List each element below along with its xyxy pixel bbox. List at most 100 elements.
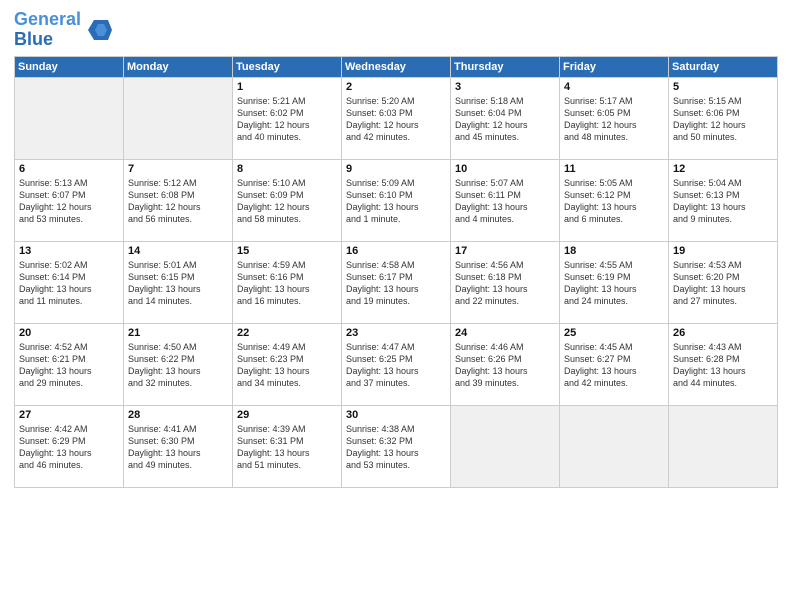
- page: GeneralBlue SundayMondayTuesdayWednesday…: [0, 0, 792, 612]
- cell-info: Sunrise: 5:02 AM Sunset: 6:14 PM Dayligh…: [19, 259, 119, 308]
- calendar-cell: 9 Sunrise: 5:09 AM Sunset: 6:10 PM Daylig…: [342, 159, 451, 241]
- cell-info: Sunrise: 5:04 AM Sunset: 6:13 PM Dayligh…: [673, 177, 773, 226]
- cell-info: Sunrise: 4:49 AM Sunset: 6:23 PM Dayligh…: [237, 341, 337, 390]
- calendar-cell: 25 Sunrise: 4:45 AM Sunset: 6:27 PM Dayli…: [560, 323, 669, 405]
- weekday-header: Sunday: [15, 56, 124, 77]
- calendar-cell: [124, 77, 233, 159]
- calendar-cell: 6 Sunrise: 5:13 AM Sunset: 6:07 PM Daylig…: [15, 159, 124, 241]
- day-number: 12: [673, 163, 773, 175]
- day-number: 14: [128, 245, 228, 257]
- cell-info: Sunrise: 4:53 AM Sunset: 6:20 PM Dayligh…: [673, 259, 773, 308]
- day-number: 17: [455, 245, 555, 257]
- cell-info: Sunrise: 5:20 AM Sunset: 6:03 PM Dayligh…: [346, 95, 446, 144]
- calendar-cell: 28 Sunrise: 4:41 AM Sunset: 6:30 PM Dayli…: [124, 405, 233, 487]
- day-number: 29: [237, 409, 337, 421]
- calendar-cell: 15 Sunrise: 4:59 AM Sunset: 6:16 PM Dayli…: [233, 241, 342, 323]
- day-number: 21: [128, 327, 228, 339]
- calendar-cell: 8 Sunrise: 5:10 AM Sunset: 6:09 PM Daylig…: [233, 159, 342, 241]
- cell-info: Sunrise: 4:50 AM Sunset: 6:22 PM Dayligh…: [128, 341, 228, 390]
- calendar-cell: 5 Sunrise: 5:15 AM Sunset: 6:06 PM Daylig…: [669, 77, 778, 159]
- header: GeneralBlue: [14, 10, 778, 50]
- calendar-cell: 4Sunrise: 5:17 AM Sunset: 6:05 PM Daylig…: [560, 77, 669, 159]
- day-number: 9: [346, 163, 446, 175]
- calendar-cell: 13 Sunrise: 5:02 AM Sunset: 6:14 PM Dayli…: [15, 241, 124, 323]
- cell-info: Sunrise: 4:56 AM Sunset: 6:18 PM Dayligh…: [455, 259, 555, 308]
- calendar-cell: 19 Sunrise: 4:53 AM Sunset: 6:20 PM Dayli…: [669, 241, 778, 323]
- cell-info: Sunrise: 5:10 AM Sunset: 6:09 PM Dayligh…: [237, 177, 337, 226]
- calendar-cell: 12 Sunrise: 5:04 AM Sunset: 6:13 PM Dayli…: [669, 159, 778, 241]
- calendar-cell: 22Sunrise: 4:49 AM Sunset: 6:23 PM Dayli…: [233, 323, 342, 405]
- day-number: 23: [346, 327, 446, 339]
- cell-info: Sunrise: 5:13 AM Sunset: 6:07 PM Dayligh…: [19, 177, 119, 226]
- day-number: 25: [564, 327, 664, 339]
- cell-info: Sunrise: 5:17 AM Sunset: 6:05 PM Dayligh…: [564, 95, 664, 144]
- cell-info: Sunrise: 5:15 AM Sunset: 6:06 PM Dayligh…: [673, 95, 773, 144]
- day-number: 7: [128, 163, 228, 175]
- calendar-cell: 24Sunrise: 4:46 AM Sunset: 6:26 PM Dayli…: [451, 323, 560, 405]
- cell-info: Sunrise: 4:38 AM Sunset: 6:32 PM Dayligh…: [346, 423, 446, 472]
- calendar-cell: 3 Sunrise: 5:18 AM Sunset: 6:04 PM Daylig…: [451, 77, 560, 159]
- calendar-cell: 27Sunrise: 4:42 AM Sunset: 6:29 PM Dayli…: [15, 405, 124, 487]
- weekday-header: Friday: [560, 56, 669, 77]
- calendar-cell: 7 Sunrise: 5:12 AM Sunset: 6:08 PM Daylig…: [124, 159, 233, 241]
- cell-info: Sunrise: 4:55 AM Sunset: 6:19 PM Dayligh…: [564, 259, 664, 308]
- day-number: 24: [455, 327, 555, 339]
- day-number: 11: [564, 163, 664, 175]
- day-number: 2: [346, 81, 446, 93]
- day-number: 13: [19, 245, 119, 257]
- calendar-cell: [451, 405, 560, 487]
- day-number: 5: [673, 81, 773, 93]
- calendar-cell: 17 Sunrise: 4:56 AM Sunset: 6:18 PM Dayli…: [451, 241, 560, 323]
- calendar-cell: 23 Sunrise: 4:47 AM Sunset: 6:25 PM Dayli…: [342, 323, 451, 405]
- calendar-cell: 11 Sunrise: 5:05 AM Sunset: 6:12 PM Dayli…: [560, 159, 669, 241]
- cell-info: Sunrise: 4:39 AM Sunset: 6:31 PM Dayligh…: [237, 423, 337, 472]
- calendar-cell: [560, 405, 669, 487]
- cell-info: Sunrise: 5:12 AM Sunset: 6:08 PM Dayligh…: [128, 177, 228, 226]
- weekday-header: Wednesday: [342, 56, 451, 77]
- weekday-header: Thursday: [451, 56, 560, 77]
- day-number: 30: [346, 409, 446, 421]
- cell-info: Sunrise: 4:45 AM Sunset: 6:27 PM Dayligh…: [564, 341, 664, 390]
- cell-info: Sunrise: 4:52 AM Sunset: 6:21 PM Dayligh…: [19, 341, 119, 390]
- calendar-cell: 29 Sunrise: 4:39 AM Sunset: 6:31 PM Dayli…: [233, 405, 342, 487]
- day-number: 6: [19, 163, 119, 175]
- calendar-cell: 26Sunrise: 4:43 AM Sunset: 6:28 PM Dayli…: [669, 323, 778, 405]
- day-number: 19: [673, 245, 773, 257]
- calendar-table: SundayMondayTuesdayWednesdayThursdayFrid…: [14, 56, 778, 488]
- cell-info: Sunrise: 5:21 AM Sunset: 6:02 PM Dayligh…: [237, 95, 337, 144]
- cell-info: Sunrise: 5:18 AM Sunset: 6:04 PM Dayligh…: [455, 95, 555, 144]
- cell-info: Sunrise: 5:07 AM Sunset: 6:11 PM Dayligh…: [455, 177, 555, 226]
- calendar-week-row: 6 Sunrise: 5:13 AM Sunset: 6:07 PM Daylig…: [15, 159, 778, 241]
- day-number: 16: [346, 245, 446, 257]
- weekday-header-row: SundayMondayTuesdayWednesdayThursdayFrid…: [15, 56, 778, 77]
- calendar-cell: 30 Sunrise: 4:38 AM Sunset: 6:32 PM Dayli…: [342, 405, 451, 487]
- cell-info: Sunrise: 4:47 AM Sunset: 6:25 PM Dayligh…: [346, 341, 446, 390]
- cell-info: Sunrise: 4:42 AM Sunset: 6:29 PM Dayligh…: [19, 423, 119, 472]
- cell-info: Sunrise: 4:41 AM Sunset: 6:30 PM Dayligh…: [128, 423, 228, 472]
- calendar-week-row: 27Sunrise: 4:42 AM Sunset: 6:29 PM Dayli…: [15, 405, 778, 487]
- day-number: 28: [128, 409, 228, 421]
- cell-info: Sunrise: 5:09 AM Sunset: 6:10 PM Dayligh…: [346, 177, 446, 226]
- logo: GeneralBlue: [14, 10, 112, 50]
- day-number: 3: [455, 81, 555, 93]
- day-number: 10: [455, 163, 555, 175]
- weekday-header: Monday: [124, 56, 233, 77]
- calendar-week-row: 13 Sunrise: 5:02 AM Sunset: 6:14 PM Dayli…: [15, 241, 778, 323]
- day-number: 8: [237, 163, 337, 175]
- calendar-cell: 10 Sunrise: 5:07 AM Sunset: 6:11 PM Dayli…: [451, 159, 560, 241]
- cell-info: Sunrise: 4:59 AM Sunset: 6:16 PM Dayligh…: [237, 259, 337, 308]
- weekday-header: Saturday: [669, 56, 778, 77]
- logo-text: GeneralBlue: [14, 10, 81, 50]
- calendar-cell: 18Sunrise: 4:55 AM Sunset: 6:19 PM Dayli…: [560, 241, 669, 323]
- calendar-week-row: 20Sunrise: 4:52 AM Sunset: 6:21 PM Dayli…: [15, 323, 778, 405]
- calendar-cell: [669, 405, 778, 487]
- calendar-week-row: 1 Sunrise: 5:21 AM Sunset: 6:02 PM Daylig…: [15, 77, 778, 159]
- calendar-cell: 2 Sunrise: 5:20 AM Sunset: 6:03 PM Daylig…: [342, 77, 451, 159]
- cell-info: Sunrise: 5:01 AM Sunset: 6:15 PM Dayligh…: [128, 259, 228, 308]
- day-number: 1: [237, 81, 337, 93]
- cell-info: Sunrise: 5:05 AM Sunset: 6:12 PM Dayligh…: [564, 177, 664, 226]
- cell-info: Sunrise: 4:58 AM Sunset: 6:17 PM Dayligh…: [346, 259, 446, 308]
- calendar-cell: [15, 77, 124, 159]
- day-number: 26: [673, 327, 773, 339]
- day-number: 15: [237, 245, 337, 257]
